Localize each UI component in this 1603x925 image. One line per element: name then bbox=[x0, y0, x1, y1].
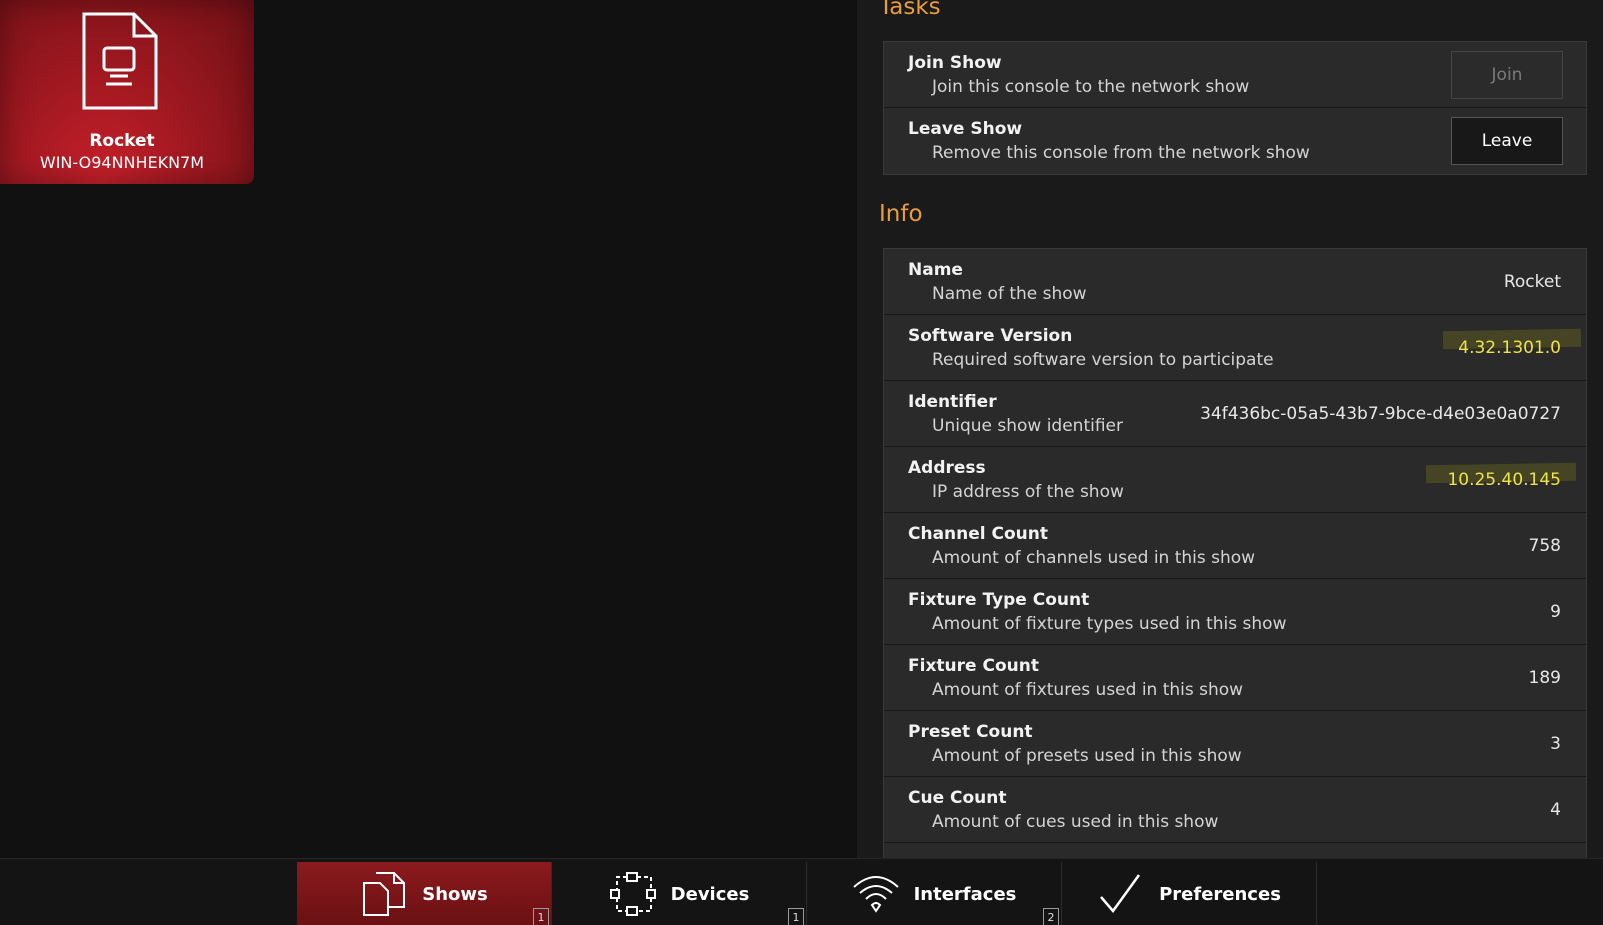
show-tile-host: WIN-O94NNHEKN7M bbox=[39, 153, 205, 172]
info-section-title: Info bbox=[879, 201, 923, 227]
documents-icon bbox=[363, 872, 406, 916]
info-row-fixture-count: Fixture Count Amount of fixtures used in… bbox=[884, 645, 1586, 711]
info-value: 189 bbox=[1528, 668, 1561, 688]
tasks-section-title: Tasks bbox=[879, 0, 941, 20]
bottom-tab-bar: Shows 1 Devices 1 Interfaces 2 Preferenc… bbox=[0, 858, 1603, 925]
info-description: Unique show identifier bbox=[932, 416, 1124, 436]
tab-badge: 1 bbox=[533, 908, 549, 925]
tab-label: Interfaces bbox=[913, 883, 1017, 905]
tab-label: Shows bbox=[422, 883, 488, 905]
info-value: 758 bbox=[1528, 536, 1561, 556]
show-document-icon bbox=[82, 12, 158, 110]
task-description: Join this console to the network show bbox=[932, 77, 1250, 97]
info-card: Name Name of the show Rocket Software Ve… bbox=[883, 248, 1587, 858]
info-label: Fixture Type Count bbox=[908, 590, 1090, 610]
info-value: 9 bbox=[1550, 602, 1561, 622]
info-description: Required software version to participate bbox=[932, 350, 1274, 370]
info-label: Channel Count bbox=[908, 524, 1049, 544]
checkmark-icon bbox=[1100, 874, 1141, 914]
info-value: 10.25.40.145 bbox=[1447, 470, 1561, 490]
info-description: Amount of cues used in this show bbox=[932, 812, 1219, 832]
info-row-name: Name Name of the show Rocket bbox=[884, 249, 1586, 315]
info-value: 34f436bc-05a5-43b7-9bce-d4e03e0a0727 bbox=[1200, 404, 1561, 424]
info-description: Amount of presets used in this show bbox=[932, 746, 1242, 766]
info-value: 4 bbox=[1550, 800, 1561, 820]
shows-list-pane: Rocket WIN-O94NNHEKN7M bbox=[0, 0, 857, 858]
show-tile-name: Rocket bbox=[89, 131, 155, 151]
info-label: Preset Count bbox=[908, 722, 1033, 742]
info-row-channel-count: Channel Count Amount of channels used in… bbox=[884, 513, 1586, 579]
network-devices-icon bbox=[609, 872, 656, 916]
info-description: Amount of fixtures used in this show bbox=[932, 680, 1244, 700]
join-button[interactable]: Join bbox=[1451, 51, 1563, 99]
info-row-partial bbox=[884, 843, 1586, 858]
info-label: Identifier bbox=[908, 392, 997, 412]
task-label: Join Show bbox=[908, 53, 1002, 73]
tab-interfaces[interactable]: Interfaces 2 bbox=[807, 862, 1062, 925]
info-label: Name bbox=[908, 260, 963, 280]
info-label: Fixture Count bbox=[908, 656, 1039, 676]
tab-shows[interactable]: Shows 1 bbox=[297, 862, 552, 925]
wifi-icon bbox=[852, 876, 899, 913]
show-details-pane: Tasks Join Show Join this console to the… bbox=[859, 0, 1603, 858]
tasks-card: Join Show Join this console to the netwo… bbox=[883, 41, 1587, 175]
info-value: 3 bbox=[1550, 734, 1561, 754]
info-row-address: Address IP address of the show 10.25.40.… bbox=[884, 447, 1586, 513]
info-description: Amount of fixture types used in this sho… bbox=[932, 614, 1287, 634]
info-row-software-version: Software Version Required software versi… bbox=[884, 315, 1586, 381]
tab-badge: 1 bbox=[788, 908, 804, 925]
show-tile-rocket[interactable]: Rocket WIN-O94NNHEKN7M bbox=[0, 0, 254, 184]
task-row-join-show: Join Show Join this console to the netwo… bbox=[884, 42, 1586, 108]
tab-devices[interactable]: Devices 1 bbox=[552, 862, 807, 925]
tab-badge: 2 bbox=[1043, 908, 1059, 925]
info-label: Software Version bbox=[908, 326, 1073, 346]
tab-label: Preferences bbox=[1159, 883, 1281, 905]
info-description: IP address of the show bbox=[932, 482, 1124, 502]
info-label: Cue Count bbox=[908, 788, 1007, 808]
app-window: Rocket WIN-O94NNHEKN7M Tasks Join Show J… bbox=[0, 0, 1603, 925]
info-description: Name of the show bbox=[932, 284, 1087, 304]
info-description: Amount of channels used in this show bbox=[932, 548, 1256, 568]
task-row-leave-show: Leave Show Remove this console from the … bbox=[884, 108, 1586, 174]
tab-preferences[interactable]: Preferences bbox=[1062, 862, 1317, 925]
tab-label: Devices bbox=[670, 883, 750, 905]
info-row-identifier: Identifier Unique show identifier 34f436… bbox=[884, 381, 1586, 447]
task-label: Leave Show bbox=[908, 119, 1023, 139]
info-row-fixture-type-count: Fixture Type Count Amount of fixture typ… bbox=[884, 579, 1586, 645]
task-description: Remove this console from the network sho… bbox=[932, 143, 1310, 163]
info-value: Rocket bbox=[1503, 272, 1561, 292]
leave-button[interactable]: Leave bbox=[1451, 117, 1563, 165]
info-label: Address bbox=[908, 458, 986, 478]
info-row-preset-count: Preset Count Amount of presets used in t… bbox=[884, 711, 1586, 777]
info-row-cue-count: Cue Count Amount of cues used in this sh… bbox=[884, 777, 1586, 843]
info-value: 4.32.1301.0 bbox=[1458, 338, 1561, 358]
